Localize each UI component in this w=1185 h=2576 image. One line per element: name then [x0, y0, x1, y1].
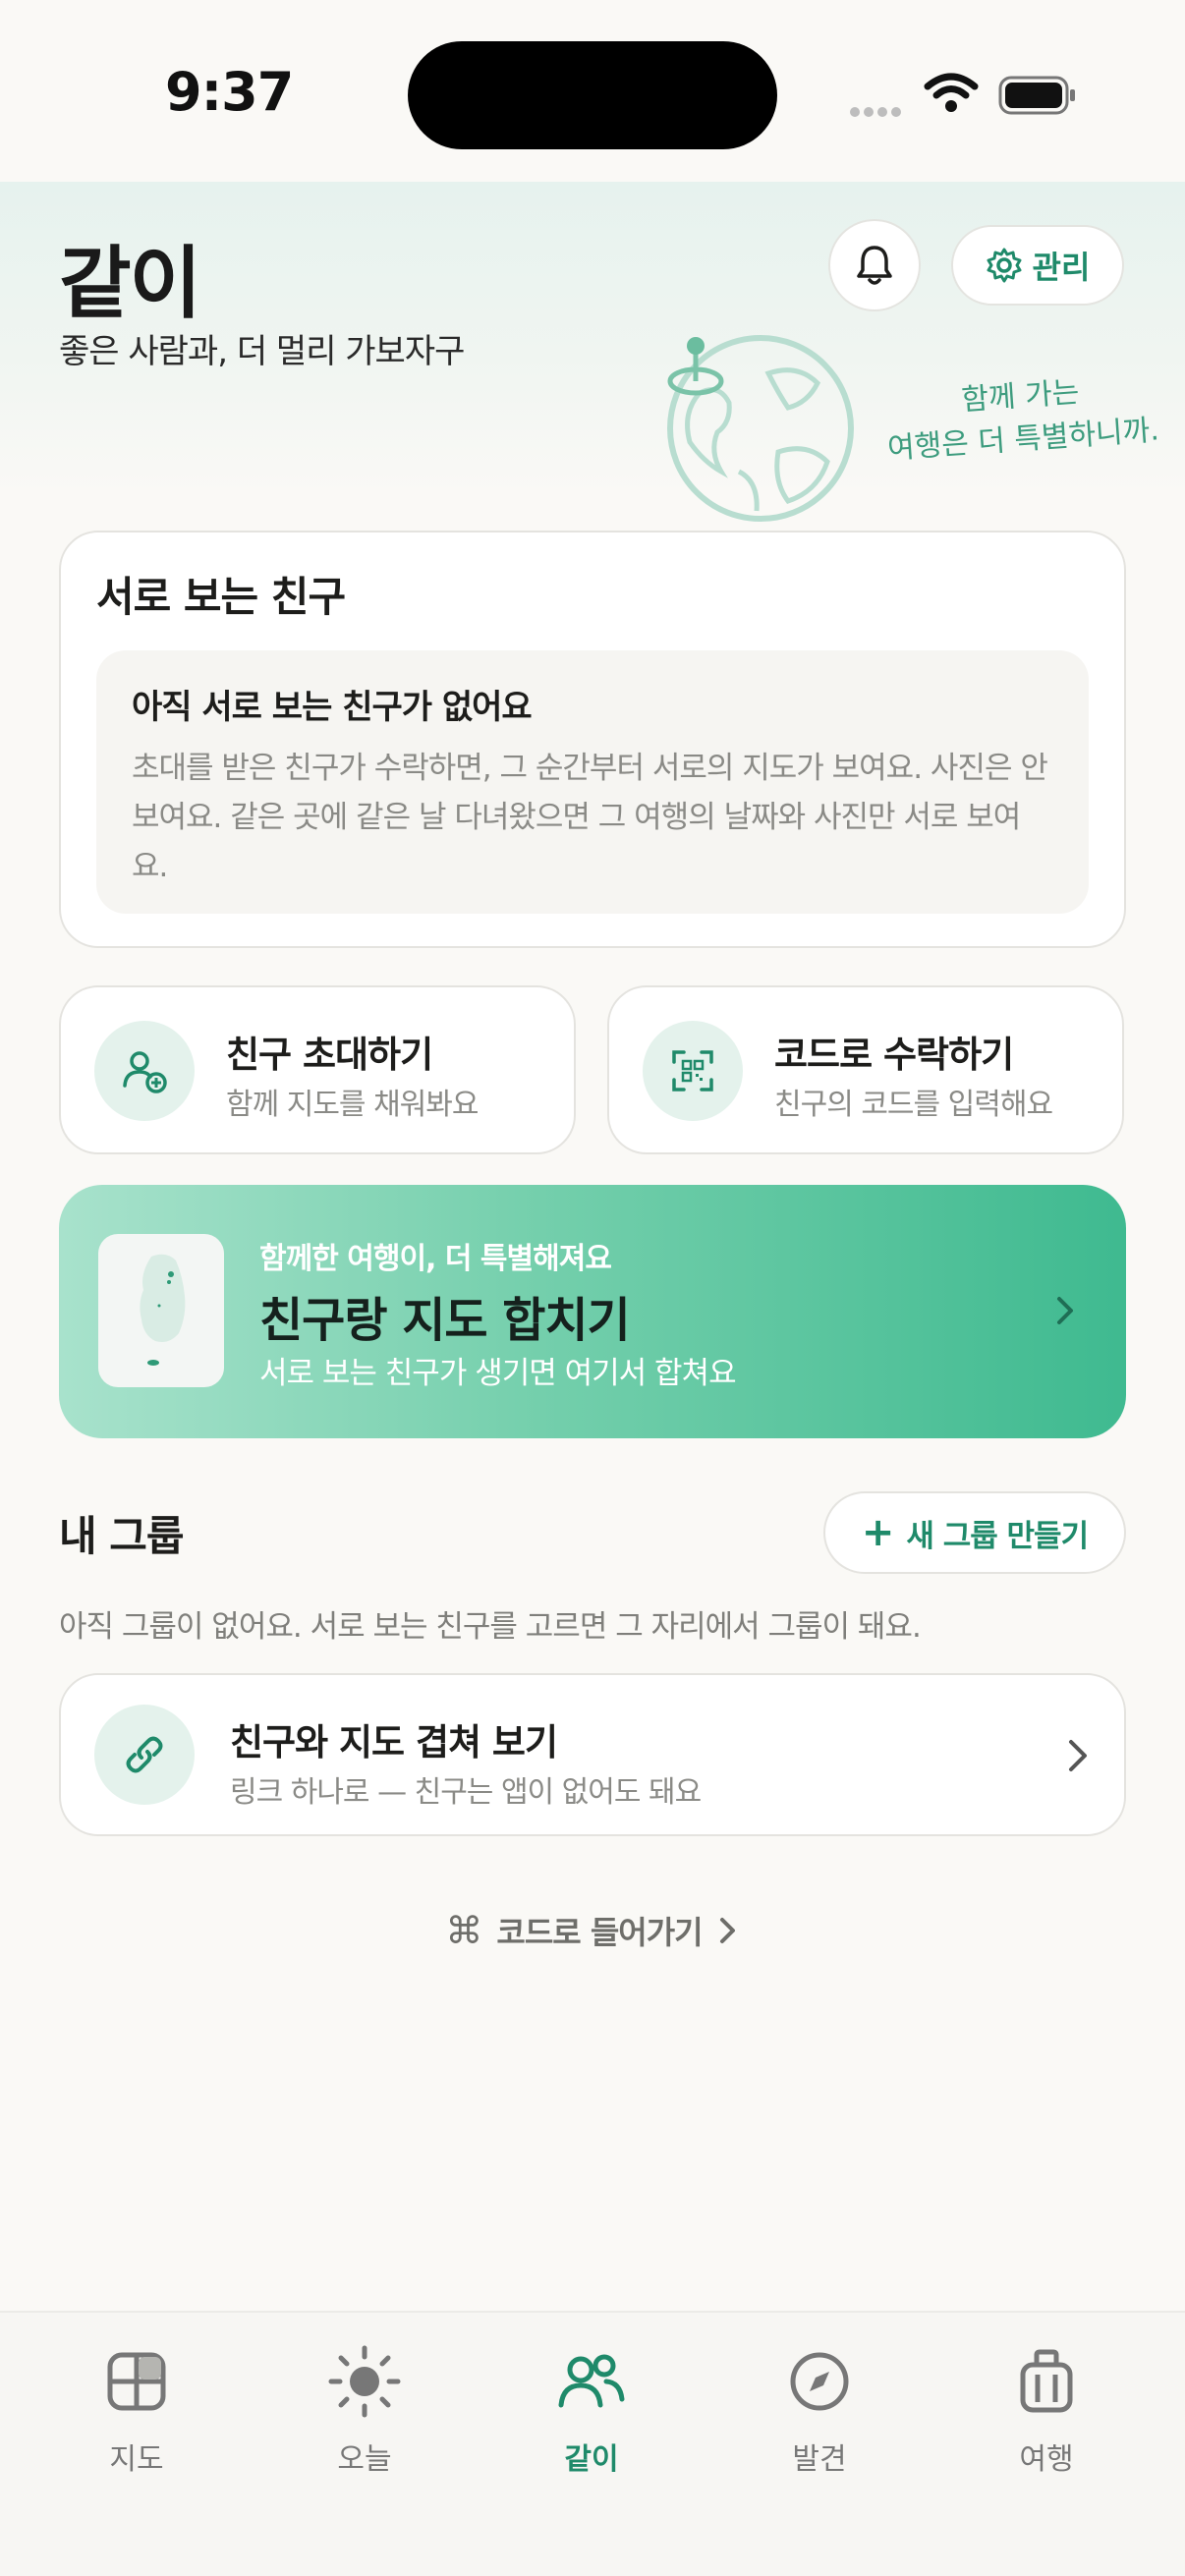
battery-icon — [998, 75, 1077, 120]
plus-icon: + — [861, 1510, 895, 1555]
mutual-friends-card: 서로 보는 친구 아직 서로 보는 친구가 없어요 초대를 받은 친구가 수락하… — [59, 531, 1126, 948]
bell-icon — [857, 246, 892, 285]
page-subtitle: 좋은 사람과, 더 멀리 가보자구 — [59, 332, 465, 371]
globe-pin-icon — [660, 334, 867, 534]
invite-subtitle: 함께 지도를 채워봐요 — [226, 1088, 479, 1122]
compass-icon — [721, 2342, 918, 2421]
tab-label: 지도 — [109, 2442, 164, 2477]
merge-title: 친구랑 지도 합치기 — [259, 1293, 631, 1348]
tab-label: 오늘 — [337, 2442, 392, 2477]
code-accept-title: 코드로 수락하기 — [774, 1034, 1014, 1076]
tab-together[interactable]: 같이 — [493, 2342, 690, 2480]
overlay-map-title: 친구와 지도 겹쳐 보기 — [230, 1721, 558, 1764]
luggage-icon — [948, 2342, 1145, 2421]
notifications-button[interactable] — [828, 219, 921, 311]
link-icon — [94, 1705, 195, 1805]
empty-state-description: 초대를 받은 친구가 수락하면, 그 순간부터 서로의 지도가 보여요. 사진은… — [132, 751, 1048, 884]
manage-button[interactable]: 관리 — [951, 225, 1124, 306]
merge-kicker: 함께한 여행이, 더 특별해져요 — [259, 1242, 612, 1276]
tab-label: 여행 — [1019, 2442, 1074, 2477]
section-title: 서로 보는 친구 — [96, 573, 346, 621]
dynamic-island — [408, 41, 777, 149]
overlay-map-link-button[interactable]: 친구와 지도 겹쳐 보기 링크 하나로 — 친구는 앱이 없어도 돼요 — [59, 1673, 1126, 1836]
map-icon — [38, 2342, 235, 2421]
tab-discover[interactable]: 발견 — [721, 2342, 918, 2480]
tab-bar: 지도 오늘 같이 발견 여행 — [0, 2311, 1185, 2576]
enter-by-code-label: 코드로 들어가기 — [496, 1914, 703, 1951]
merge-subtitle: 서로 보는 친구가 생기면 여기서 합쳐요 — [259, 1356, 737, 1391]
page-title: 같이 — [59, 238, 201, 329]
invite-title: 친구 초대하기 — [226, 1034, 433, 1076]
sun-icon — [266, 2342, 463, 2421]
empty-state-title: 아직 서로 보는 친구가 없어요 — [132, 688, 533, 727]
new-group-button[interactable]: + 새 그룹 만들기 — [823, 1491, 1126, 1574]
gear-icon — [987, 248, 1022, 283]
status-time: 9:37 — [165, 61, 294, 123]
korea-map-icon — [98, 1234, 224, 1387]
cellular-signal-icon — [850, 102, 905, 121]
manage-label: 관리 — [1032, 249, 1091, 286]
tab-today[interactable]: 오늘 — [266, 2342, 463, 2480]
chevron-right-icon — [719, 1918, 735, 1943]
tab-label: 발견 — [792, 2442, 847, 2477]
chevron-right-icon — [1063, 1734, 1093, 1781]
add-user-icon — [94, 1021, 195, 1121]
tab-trips[interactable]: 여행 — [948, 2342, 1145, 2480]
chevron-right-icon — [1051, 1291, 1081, 1334]
accept-by-code-button[interactable]: 코드로 수락하기 친구의 코드를 입력해요 — [607, 985, 1124, 1154]
overlay-map-subtitle: 링크 하나로 — 친구는 앱이 없어도 돼요 — [230, 1775, 702, 1810]
code-accept-subtitle: 친구의 코드를 입력해요 — [774, 1088, 1053, 1122]
empty-state: 아직 서로 보는 친구가 없어요 초대를 받은 친구가 수락하면, 그 순간부터… — [96, 650, 1089, 914]
tab-label: 같이 — [564, 2442, 619, 2477]
enter-by-code-link[interactable]: ⌘ 코드로 들어가기 — [0, 1908, 1185, 1953]
tab-map[interactable]: 지도 — [38, 2342, 235, 2480]
merge-map-banner[interactable]: 함께한 여행이, 더 특별해져요 친구랑 지도 합치기 서로 보는 친구가 생기… — [59, 1185, 1126, 1438]
command-icon: ⌘ — [445, 1909, 483, 1952]
new-group-label: 새 그룹 만들기 — [906, 1518, 1089, 1554]
wifi-icon — [924, 73, 979, 118]
my-groups-title: 내 그룹 — [59, 1512, 185, 1560]
status-bar: 9:37 — [0, 0, 1185, 182]
groups-empty-text: 아직 그룹이 없어요. 서로 보는 친구를 고르면 그 자리에서 그룹이 돼요. — [59, 1609, 922, 1645]
invite-friend-button[interactable]: 친구 초대하기 함께 지도를 채워봐요 — [59, 985, 576, 1154]
qr-scan-icon — [643, 1021, 743, 1121]
people-icon — [493, 2342, 690, 2421]
